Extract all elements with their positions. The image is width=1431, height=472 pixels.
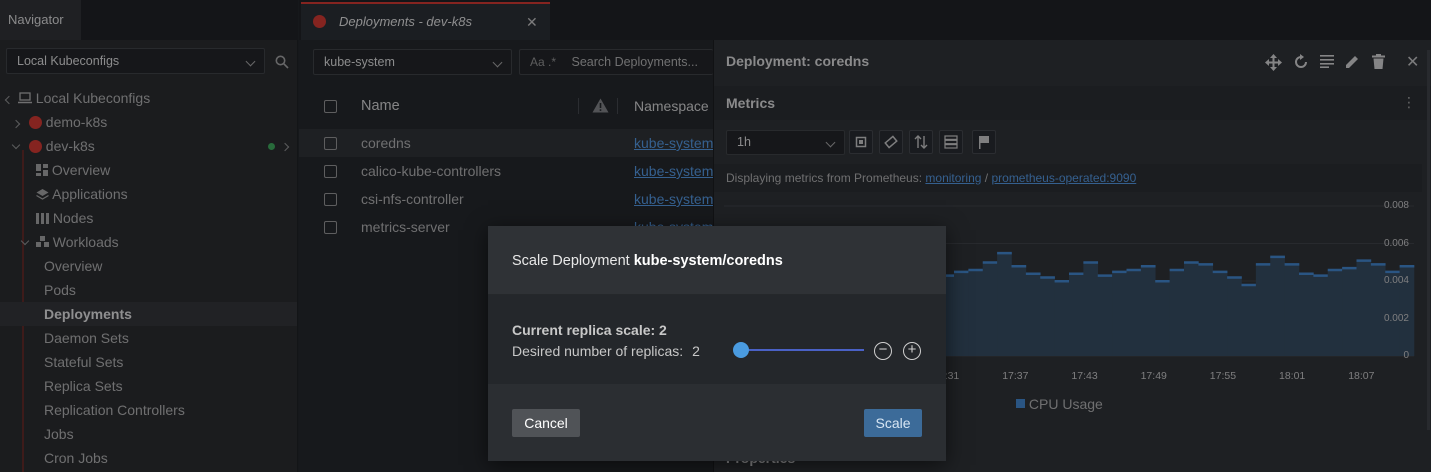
scale-button[interactable]: Scale xyxy=(864,409,922,437)
dialog-header: Scale Deployment kube-system/coredns xyxy=(488,226,946,295)
cancel-button[interactable]: Cancel xyxy=(512,409,580,437)
decrement-button[interactable]: − xyxy=(874,342,892,360)
dialog-title: Scale Deployment kube-system/coredns xyxy=(512,253,783,269)
dialog-body: Current replica scale: 2 Desired number … xyxy=(488,295,946,384)
replica-slider-thumb[interactable] xyxy=(732,342,749,358)
current-replica-label: Current replica scale: 2 xyxy=(512,322,667,338)
dialog-title-target: kube-system/coredns xyxy=(633,253,783,269)
desired-replica-label: Desired number of replicas: 2 xyxy=(512,343,700,359)
dialog-title-prefix: Scale Deployment xyxy=(512,253,630,269)
desired-replica-value: 2 xyxy=(692,343,700,359)
increment-button[interactable]: + xyxy=(903,342,921,360)
replica-slider-track[interactable] xyxy=(738,349,864,351)
desired-replica-text: Desired number of replicas: xyxy=(512,343,684,359)
scale-dialog: Scale Deployment kube-system/coredns Cur… xyxy=(488,226,946,461)
